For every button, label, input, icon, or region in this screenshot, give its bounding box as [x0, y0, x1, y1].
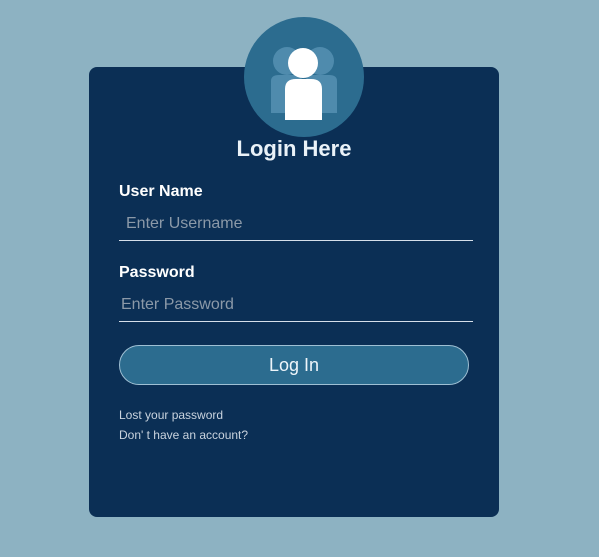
create-account-link[interactable]: Don' t have an account?	[119, 428, 248, 442]
username-input[interactable]	[119, 207, 473, 241]
lost-password-link[interactable]: Lost your password	[119, 408, 223, 422]
page-title: Login Here	[236, 136, 352, 161]
password-label: Password	[119, 264, 195, 281]
users-group-icon	[271, 47, 337, 120]
password-input[interactable]	[119, 288, 473, 322]
username-label: User Name	[119, 183, 203, 200]
login-button[interactable]: Log In	[119, 345, 469, 385]
avatar	[244, 17, 364, 137]
